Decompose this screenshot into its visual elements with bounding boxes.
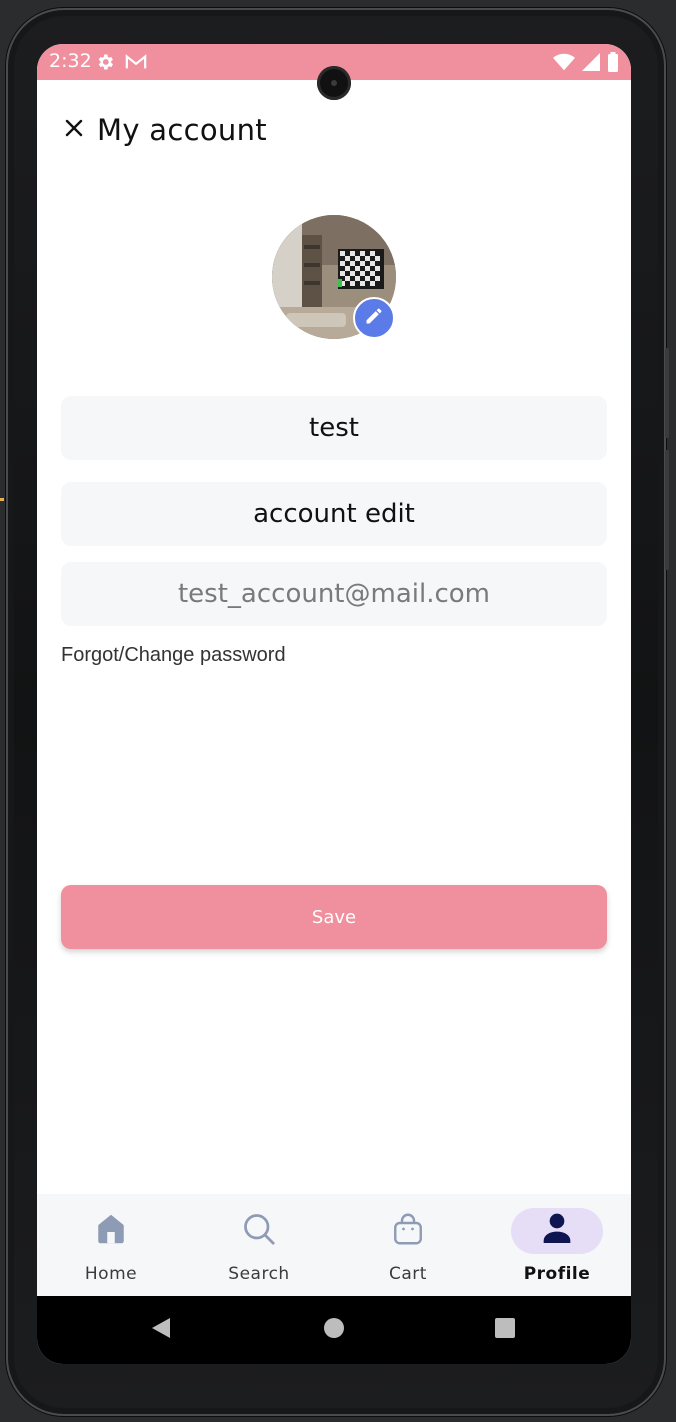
page-title: My account: [97, 113, 267, 147]
nav-item-cart[interactable]: Cart: [334, 1194, 482, 1296]
power-button: [665, 450, 669, 570]
bottom-navigation: Home Search Cart Profile: [37, 1194, 631, 1296]
system-navigation-bar: [37, 1296, 631, 1364]
nav-label-cart: Cart: [389, 1264, 427, 1284]
nav-item-search[interactable]: Search: [185, 1194, 333, 1296]
gmail-icon: [125, 53, 147, 76]
email-field[interactable]: [61, 562, 607, 626]
shopping-bag-icon: [390, 1211, 426, 1252]
search-icon: [241, 1211, 277, 1252]
close-icon: [64, 118, 84, 143]
nav-label-search: Search: [228, 1264, 290, 1284]
close-button[interactable]: [61, 117, 87, 143]
system-home-button[interactable]: [310, 1296, 358, 1364]
nav-item-home[interactable]: Home: [37, 1194, 185, 1296]
pencil-icon: [364, 306, 384, 331]
system-recents-button[interactable]: [481, 1296, 529, 1364]
status-time: 2:32: [49, 50, 92, 72]
settings-gear-icon: [95, 52, 115, 77]
recents-icon: [494, 1317, 516, 1344]
nav-item-profile[interactable]: Profile: [483, 1194, 631, 1296]
save-button[interactable]: Save: [61, 885, 607, 949]
home-icon: [93, 1211, 129, 1252]
battery-icon: [607, 52, 619, 77]
volume-button: [665, 348, 669, 438]
display-name-field[interactable]: [61, 482, 607, 546]
wifi-icon: [553, 52, 575, 77]
back-icon: [150, 1316, 172, 1345]
active-indicator: [511, 1208, 603, 1254]
home-circle-icon: [323, 1317, 345, 1344]
person-icon: [541, 1211, 573, 1252]
system-back-button[interactable]: [137, 1296, 185, 1364]
username-field[interactable]: [61, 396, 607, 460]
device-screen: 2:32 My account test account edit test_a…: [37, 44, 631, 1364]
avatar-container: [272, 215, 396, 339]
nav-label-profile: Profile: [523, 1264, 591, 1284]
edge-marker: [0, 498, 4, 501]
nav-label-home: Home: [84, 1264, 138, 1284]
edit-avatar-button[interactable]: [353, 297, 395, 339]
app-header: My account: [61, 110, 267, 150]
front-camera: [317, 66, 351, 100]
signal-icon: [581, 52, 601, 77]
forgot-change-password-link[interactable]: Forgot/Change password: [61, 644, 286, 667]
